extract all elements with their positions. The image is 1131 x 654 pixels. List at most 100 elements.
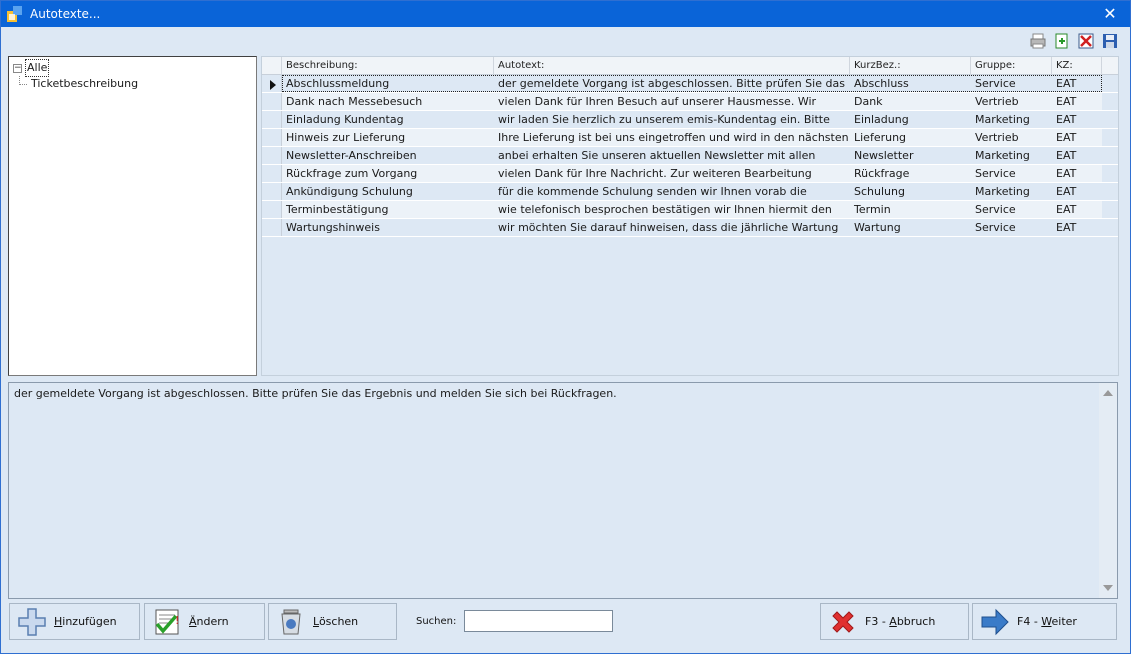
table-row[interactable]: Ankündigung Schulung für die kommende Sch…: [262, 183, 1118, 201]
row-cells[interactable]: Ankündigung Schulung für die kommende Sch…: [282, 183, 1102, 200]
row-indicator[interactable]: [262, 93, 282, 110]
row-indicator[interactable]: [262, 147, 282, 164]
column-header-gruppe[interactable]: Gruppe:: [971, 57, 1052, 75]
cell-autotext[interactable]: anbei erhalten Sie unseren aktuellen New…: [494, 147, 850, 164]
cell-autotext[interactable]: wir laden Sie herzlich zu unserem emis-K…: [494, 111, 850, 128]
table-row[interactable]: Abschlussmeldung der gemeldete Vorgang is…: [262, 75, 1118, 93]
column-header-autotext[interactable]: Autotext:: [494, 57, 850, 75]
tree-node-root[interactable]: − Alle: [13, 59, 252, 77]
cell-kurzbez[interactable]: Termin: [850, 201, 971, 218]
cell-gruppe[interactable]: Service: [971, 219, 1052, 236]
row-cells[interactable]: Hinweis zur Lieferung Ihre Lieferung ist …: [282, 129, 1102, 146]
cell-gruppe[interactable]: Marketing: [971, 183, 1052, 200]
row-indicator[interactable]: [262, 111, 282, 128]
cell-kurzbez[interactable]: Dank: [850, 93, 971, 110]
cell-kz[interactable]: EAT: [1052, 165, 1102, 182]
row-cells[interactable]: Einladung Kundentag wir laden Sie herzlic…: [282, 111, 1102, 128]
collapse-icon[interactable]: −: [13, 63, 22, 73]
cell-beschreibung[interactable]: Dank nach Messebesuch: [282, 93, 494, 110]
cell-kz[interactable]: EAT: [1052, 111, 1102, 128]
cell-kurzbez[interactable]: Newsletter: [850, 147, 971, 164]
add-button[interactable]: Hinzufügen: [9, 603, 140, 640]
cell-autotext[interactable]: vielen Dank für Ihre Nachricht. Zur weit…: [494, 165, 850, 182]
cell-beschreibung[interactable]: Rückfrage zum Vorgang: [282, 165, 494, 182]
row-cells[interactable]: Abschlussmeldung der gemeldete Vorgang is…: [282, 75, 1102, 92]
row-cells[interactable]: Newsletter-Anschreiben anbei erhalten Sie…: [282, 147, 1102, 164]
cell-autotext[interactable]: Ihre Lieferung ist bei uns eingetroffen …: [494, 129, 850, 146]
bottom-bar: Hinzufügen ! Ändern Löschen Suchen: F3 -…: [1, 601, 1130, 641]
row-indicator[interactable]: [262, 219, 282, 236]
cell-kz[interactable]: EAT: [1052, 129, 1102, 146]
cell-beschreibung[interactable]: Abschlussmeldung: [282, 75, 494, 92]
row-cells[interactable]: Dank nach Messebesuch vielen Dank für Ihr…: [282, 93, 1102, 110]
autotext-preview[interactable]: der gemeldete Vorgang ist abgeschlossen.…: [8, 382, 1118, 599]
row-indicator[interactable]: [262, 75, 282, 92]
search-input[interactable]: [464, 610, 613, 632]
row-indicator[interactable]: [262, 165, 282, 182]
cell-beschreibung[interactable]: Terminbestätigung: [282, 201, 494, 218]
cell-gruppe[interactable]: Service: [971, 201, 1052, 218]
table-row[interactable]: Terminbestätigung wie telefonisch besproc…: [262, 201, 1118, 219]
table-row[interactable]: Wartungshinweis wir möchten Sie darauf hi…: [262, 219, 1118, 237]
cell-autotext[interactable]: der gemeldete Vorgang ist abgeschlossen.…: [494, 75, 850, 92]
cell-beschreibung[interactable]: Wartungshinweis: [282, 219, 494, 236]
table-row[interactable]: Hinweis zur Lieferung Ihre Lieferung ist …: [262, 129, 1118, 147]
preview-scrollbar[interactable]: [1099, 383, 1117, 598]
cell-autotext[interactable]: wie telefonisch besprochen bestätigen wi…: [494, 201, 850, 218]
cell-kz[interactable]: EAT: [1052, 201, 1102, 218]
scroll-down-icon[interactable]: [1103, 585, 1113, 591]
next-button[interactable]: F4 - Weiter: [972, 603, 1117, 640]
table-row[interactable]: Rückfrage zum Vorgang vielen Dank für Ihr…: [262, 165, 1118, 183]
cell-autotext[interactable]: wir möchten Sie darauf hinweisen, dass d…: [494, 219, 850, 236]
new-document-icon[interactable]: [1052, 31, 1072, 51]
delete-icon[interactable]: [1076, 31, 1096, 51]
close-icon[interactable]: ✕: [1100, 4, 1120, 24]
cell-kz[interactable]: EAT: [1052, 147, 1102, 164]
scroll-up-icon[interactable]: [1103, 390, 1113, 396]
delete-button[interactable]: Löschen: [268, 603, 397, 640]
cell-gruppe[interactable]: Service: [971, 165, 1052, 182]
print-icon[interactable]: [1028, 31, 1048, 51]
cell-kurzbez[interactable]: Einladung: [850, 111, 971, 128]
cell-gruppe[interactable]: Vertrieb: [971, 129, 1052, 146]
category-tree[interactable]: − Alle Ticketbeschreibung: [8, 56, 257, 376]
tree-node-child[interactable]: Ticketbeschreibung: [13, 76, 252, 92]
cell-kurzbez[interactable]: Rückfrage: [850, 165, 971, 182]
cell-gruppe[interactable]: Marketing: [971, 147, 1052, 164]
row-cells[interactable]: Rückfrage zum Vorgang vielen Dank für Ihr…: [282, 165, 1102, 182]
cell-kz[interactable]: EAT: [1052, 183, 1102, 200]
cell-gruppe[interactable]: Service: [971, 75, 1052, 92]
cell-kz[interactable]: EAT: [1052, 75, 1102, 92]
row-indicator[interactable]: [262, 201, 282, 218]
row-cells[interactable]: Wartungshinweis wir möchten Sie darauf hi…: [282, 219, 1102, 236]
table-row[interactable]: Newsletter-Anschreiben anbei erhalten Sie…: [262, 147, 1118, 165]
cell-kurzbez[interactable]: Lieferung: [850, 129, 971, 146]
edit-button[interactable]: ! Ändern: [144, 603, 265, 640]
cancel-button[interactable]: F3 - Abbruch: [820, 603, 969, 640]
cell-kurzbez[interactable]: Wartung: [850, 219, 971, 236]
table-row[interactable]: Einladung Kundentag wir laden Sie herzlic…: [262, 111, 1118, 129]
cell-kz[interactable]: EAT: [1052, 93, 1102, 110]
tree-node-label[interactable]: Ticketbeschreibung: [31, 76, 138, 92]
column-header-beschreibung[interactable]: Beschreibung:: [282, 57, 494, 75]
cell-gruppe[interactable]: Marketing: [971, 111, 1052, 128]
column-header-kz[interactable]: KZ:: [1052, 57, 1102, 75]
save-icon[interactable]: [1100, 31, 1120, 51]
table-row[interactable]: Dank nach Messebesuch vielen Dank für Ihr…: [262, 93, 1118, 111]
cell-autotext[interactable]: für die kommende Schulung senden wir Ihn…: [494, 183, 850, 200]
row-indicator[interactable]: [262, 129, 282, 146]
cell-beschreibung[interactable]: Einladung Kundentag: [282, 111, 494, 128]
cell-autotext[interactable]: vielen Dank für Ihren Besuch auf unserer…: [494, 93, 850, 110]
row-cells[interactable]: Terminbestätigung wie telefonisch besproc…: [282, 201, 1102, 218]
cell-kurzbez[interactable]: Schulung: [850, 183, 971, 200]
cell-kz[interactable]: EAT: [1052, 219, 1102, 236]
cell-beschreibung[interactable]: Ankündigung Schulung: [282, 183, 494, 200]
cell-beschreibung[interactable]: Newsletter-Anschreiben: [282, 147, 494, 164]
cell-gruppe[interactable]: Vertrieb: [971, 93, 1052, 110]
tree-node-label[interactable]: Alle: [25, 59, 50, 77]
cell-beschreibung[interactable]: Hinweis zur Lieferung: [282, 129, 494, 146]
column-header-kurzbez[interactable]: KurzBez.:: [850, 57, 971, 75]
cell-kurzbez[interactable]: Abschluss: [850, 75, 971, 92]
autotext-grid[interactable]: Beschreibung: Autotext: KurzBez.: Gruppe…: [261, 56, 1119, 376]
row-indicator[interactable]: [262, 183, 282, 200]
